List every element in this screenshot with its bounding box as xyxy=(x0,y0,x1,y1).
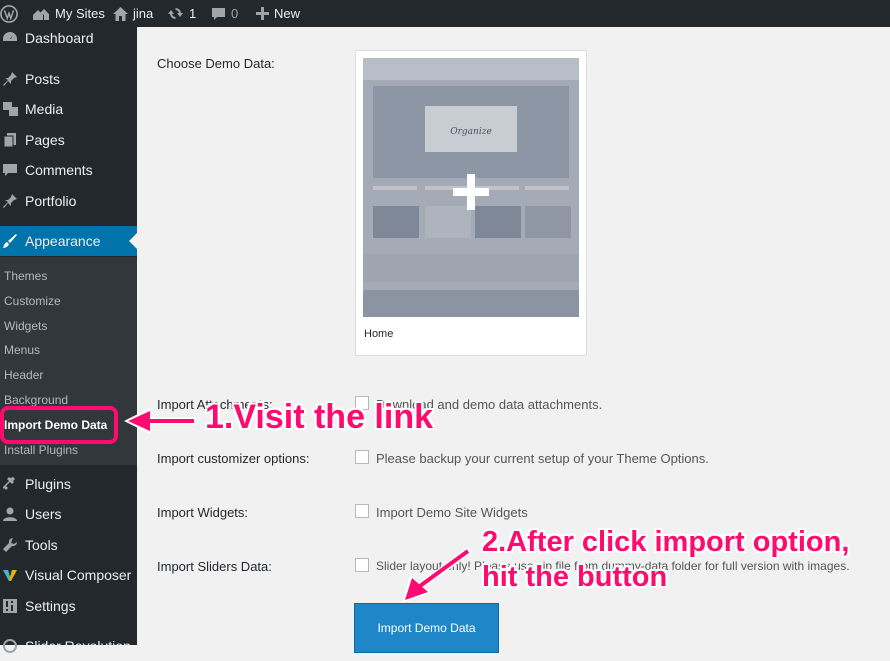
annotation-step-1: 1.Visit the link xyxy=(205,398,434,436)
import-sliders-checkbox[interactable] xyxy=(355,558,369,572)
comment-icon xyxy=(2,162,18,178)
submenu-item-header[interactable]: Header xyxy=(4,368,43,382)
plug-icon xyxy=(2,476,18,492)
updates-menu[interactable]: 1 xyxy=(167,0,196,27)
import-widgets-text: Import Demo Site Widgets xyxy=(376,505,528,520)
sidebar-item-label: Media xyxy=(25,101,64,117)
sidebar-item-plugins[interactable]: Plugins xyxy=(0,469,137,499)
my-sites-icon xyxy=(33,8,49,20)
demo-name: Home xyxy=(364,328,394,340)
submenu-item-customize[interactable]: Customize xyxy=(4,294,61,308)
sidebar-item-media[interactable]: Media xyxy=(0,94,137,124)
sidebar-item-tools[interactable]: Tools xyxy=(0,530,137,560)
media-icon xyxy=(2,101,18,117)
admin-sidebar: Dashboard Posts Media Pages Comments Por… xyxy=(0,27,137,654)
active-menu-pointer xyxy=(129,233,137,249)
users-icon xyxy=(2,506,18,522)
submenu-item-themes[interactable]: Themes xyxy=(4,269,47,283)
arrow-to-button xyxy=(402,547,473,603)
settings-icon xyxy=(2,598,18,614)
submenu-item-install-plugins[interactable]: Install Plugins xyxy=(4,443,78,457)
import-demo-data-button[interactable]: Import Demo Data xyxy=(354,603,499,653)
import-customizer-label: Import customizer options: xyxy=(157,451,310,466)
sidebar-item-label: Settings xyxy=(25,598,76,614)
new-label: New xyxy=(274,6,301,21)
plus-icon xyxy=(256,7,269,20)
home-icon xyxy=(113,6,128,21)
comment-icon xyxy=(212,7,225,20)
sidebar-item-appearance[interactable]: Appearance xyxy=(0,226,137,256)
wordpress-icon xyxy=(0,4,18,23)
sidebar-item-dashboard[interactable]: Dashboard xyxy=(0,23,137,53)
site-name-label: jina xyxy=(133,6,154,21)
refresh-icon xyxy=(2,638,18,654)
demo-card[interactable]: Organize Home xyxy=(355,50,587,356)
sidebar-item-portfolio[interactable]: Portfolio xyxy=(0,186,137,216)
pin-icon xyxy=(2,193,18,209)
sidebar-item-slider-revolution[interactable]: Slider Revolution xyxy=(0,631,137,661)
updates-count: 1 xyxy=(189,6,197,21)
sidebar-item-label: Appearance xyxy=(25,233,101,249)
comments-menu[interactable]: 0 xyxy=(211,0,238,27)
import-widgets-checkbox[interactable] xyxy=(355,504,369,518)
pin-icon xyxy=(2,71,18,87)
sidebar-item-label: Plugins xyxy=(25,476,71,492)
sidebar-item-settings[interactable]: Settings xyxy=(0,591,137,621)
sidebar-item-label: Users xyxy=(25,506,62,522)
demo-preview-title: Organize xyxy=(450,127,492,137)
dashboard-icon xyxy=(2,30,18,46)
sidebar-item-pages[interactable]: Pages xyxy=(0,125,137,155)
import-customizer-checkbox[interactable] xyxy=(355,450,369,464)
wrench-icon xyxy=(2,537,18,553)
sidebar-item-users[interactable]: Users xyxy=(0,499,137,529)
annotation-step-2-line-2: hit the button xyxy=(482,561,668,593)
sidebar-item-label: Portfolio xyxy=(25,193,77,209)
new-content-menu[interactable]: New xyxy=(256,0,300,27)
my-sites-label: My Sites xyxy=(55,6,105,21)
sidebar-item-label: Slider Revolution xyxy=(25,638,131,654)
submenu-item-widgets[interactable]: Widgets xyxy=(4,319,47,333)
import-link-highlight xyxy=(0,406,118,444)
sidebar-item-posts[interactable]: Posts xyxy=(0,64,137,94)
demo-thumbnail[interactable]: Organize xyxy=(363,58,579,317)
sidebar-item-label: Tools xyxy=(25,537,58,553)
submenu-item-background[interactable]: Background xyxy=(4,393,68,407)
demo-preview-image: Organize xyxy=(363,58,579,317)
brush-icon xyxy=(2,233,18,249)
choose-demo-label: Choose Demo Data: xyxy=(157,56,275,71)
sidebar-item-label: Visual Composer xyxy=(25,567,132,583)
sidebar-item-label: Posts xyxy=(25,71,61,87)
import-widgets-label: Import Widgets: xyxy=(157,505,249,520)
refresh-icon xyxy=(168,7,183,20)
submenu-item-menus[interactable]: Menus xyxy=(4,343,40,357)
import-sliders-label: Import Sliders Data: xyxy=(157,559,272,574)
sidebar-item-comments[interactable]: Comments xyxy=(0,155,137,185)
import-customizer-text: Please backup your current setup of your… xyxy=(376,451,709,466)
comments-count: 0 xyxy=(231,6,239,21)
sidebar-item-visual-composer[interactable]: Visual Composer xyxy=(0,560,137,590)
annotation-step-2-line-1: 2.After click import option, xyxy=(482,526,850,558)
vc-icon xyxy=(2,567,18,583)
sidebar-item-label: Dashboard xyxy=(25,30,94,46)
sidebar-item-label: Pages xyxy=(25,132,65,148)
sidebar-item-label: Comments xyxy=(25,162,93,178)
pages-icon xyxy=(2,132,18,148)
